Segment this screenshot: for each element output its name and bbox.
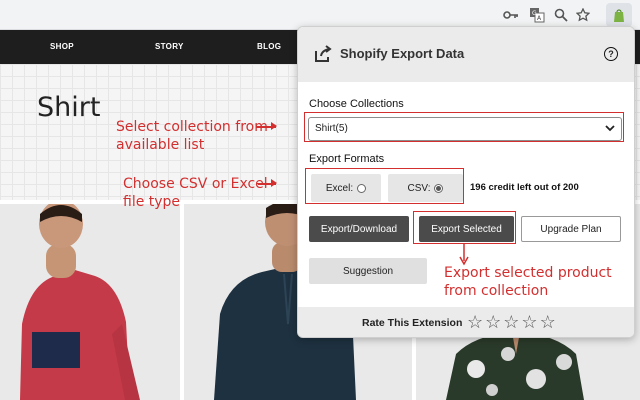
credits-remaining: 196 credit left out of 200 (470, 182, 579, 193)
format-note: Choose CSV or Excel file type (123, 175, 268, 211)
suggestion-button[interactable]: Suggestion (309, 258, 427, 284)
collection-note: Select collection from available list (116, 118, 268, 154)
formats-label: Export Formats (309, 153, 385, 165)
collection-note-line: available list (116, 137, 205, 153)
export-download-button[interactable]: Export/Download (309, 216, 409, 242)
star-rating-icon[interactable]: ☆ (540, 312, 556, 332)
star-rating-icon[interactable]: ☆ (521, 312, 537, 332)
format-highlight (305, 168, 464, 204)
export-note-line: Export selected product (444, 265, 612, 281)
help-icon[interactable]: ? (604, 47, 618, 61)
product-card[interactable] (0, 204, 180, 400)
product-image (20, 204, 140, 400)
export-icon (313, 44, 333, 69)
nav-shop[interactable]: SHOP (50, 42, 74, 51)
nav-blog[interactable]: BLOG (257, 42, 281, 51)
format-note-line: file type (123, 194, 181, 210)
key-icon[interactable] (500, 4, 522, 26)
nav-story[interactable]: STORY (155, 42, 184, 51)
arrow-icon (258, 180, 277, 186)
page-title: Shirt (37, 92, 101, 123)
rating-bar: Rate This Extension ☆ ☆ ☆ ☆ ☆ (298, 307, 634, 337)
arrow-icon (256, 123, 277, 129)
star-rating-icon[interactable]: ☆ (485, 312, 501, 332)
format-note-line: Choose CSV or Excel (123, 176, 268, 192)
upgrade-plan-button[interactable]: Upgrade Plan (521, 216, 621, 242)
zoom-icon[interactable] (550, 4, 572, 26)
export-note-line: from collection (444, 283, 549, 299)
rate-label: Rate This Extension (362, 317, 463, 329)
star-rating-icon[interactable]: ☆ (467, 312, 483, 332)
collection-highlight (304, 112, 624, 142)
export-note: Export selected product from collection (444, 264, 612, 300)
translate-icon[interactable]: GA (526, 4, 548, 26)
popup-title: Shopify Export Data (340, 46, 465, 61)
rating-stars[interactable]: ☆ ☆ ☆ ☆ ☆ (467, 312, 556, 332)
collections-label: Choose Collections (309, 98, 404, 110)
star-icon[interactable] (572, 4, 594, 26)
popup-header: Shopify Export Data ? (298, 27, 634, 82)
collection-note-line: Select collection from (116, 119, 268, 135)
arrow-down-icon (459, 244, 469, 266)
extension-icon[interactable] (606, 3, 632, 27)
star-rating-icon[interactable]: ☆ (503, 312, 519, 332)
export-selected-highlight (413, 211, 516, 244)
